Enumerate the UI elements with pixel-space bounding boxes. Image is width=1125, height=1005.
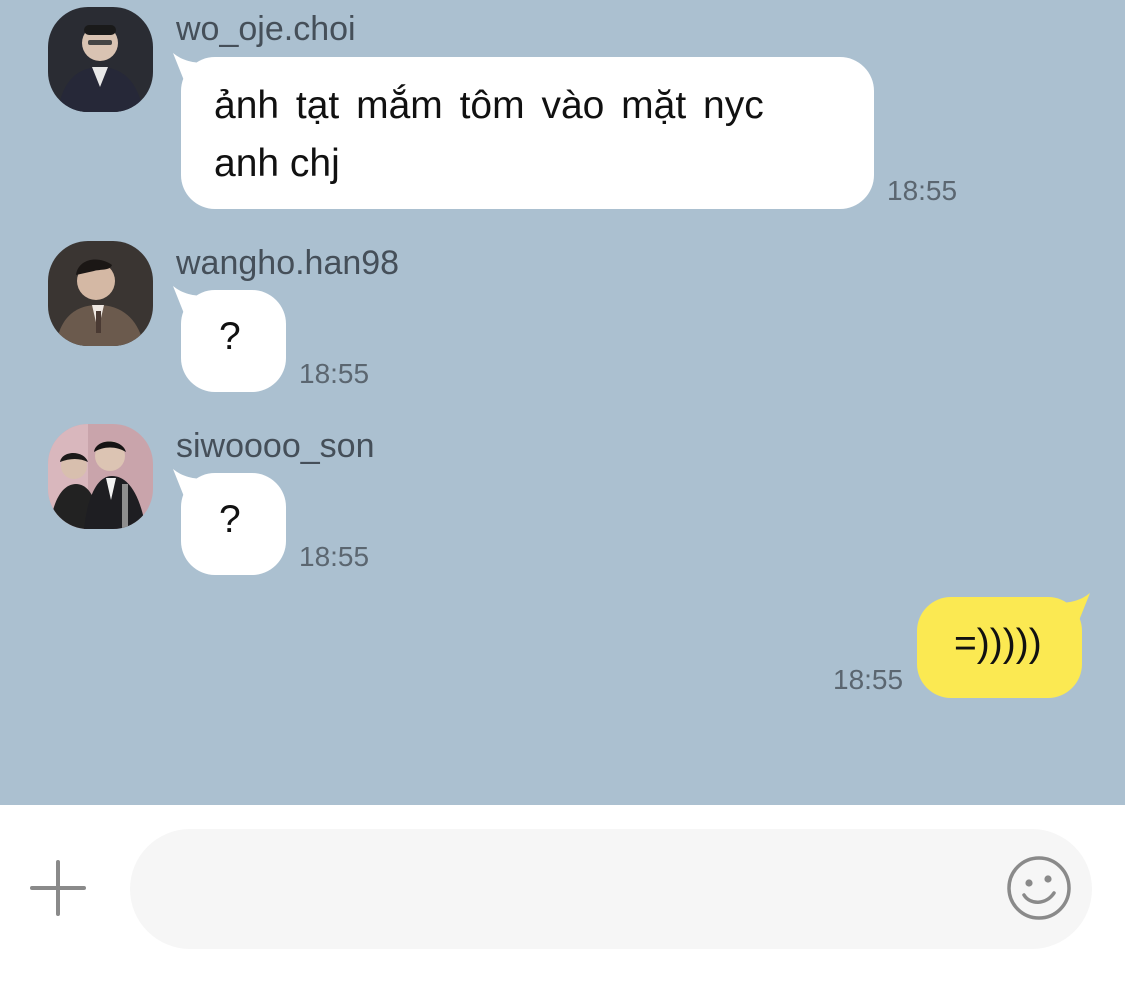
message-input[interactable] [130,829,1092,949]
chat-area[interactable]: wo_oje.choi ảnh tạt mắm tôm vào mặt nyc … [0,0,1125,805]
bubble-tail [173,469,207,499]
avatar-photo [48,424,153,529]
message-bubble[interactable]: ? [173,469,286,575]
sender-name: wangho.han98 [176,244,400,282]
avatar[interactable] [48,424,153,529]
message-time: 18:55 [887,175,958,206]
avatar-photo [48,7,153,112]
message-text: =))))) [954,622,1042,665]
sender-name: wo_oje.choi [176,10,356,48]
message-time: 18:55 [299,541,370,572]
plus-icon [30,860,86,916]
message-time: 18:55 [299,358,370,389]
avatar-photo [48,241,153,346]
bubble-tail [173,286,207,316]
message-text-line: anh chj [214,142,340,185]
sender-name: siwoooo_son [176,427,375,465]
message-bubble[interactable]: ảnh tạt mắm tôm vào mặt nyc anh chj [173,53,874,209]
message-time: 18:55 [833,664,904,695]
avatar[interactable] [48,7,153,112]
message-text: ? [219,315,241,358]
my-message-bubble[interactable]: =))))) [917,593,1090,698]
emoji-button[interactable] [1006,855,1072,921]
message-text: ? [219,498,241,541]
message-text-line: ảnh tạt mắm tôm vào mặt nyc [214,84,764,127]
bubble-tail [173,53,207,83]
plus-button[interactable] [28,858,88,918]
message-bubble[interactable]: ? [173,286,286,392]
avatar[interactable] [48,241,153,346]
emoji-icon [1007,856,1071,920]
